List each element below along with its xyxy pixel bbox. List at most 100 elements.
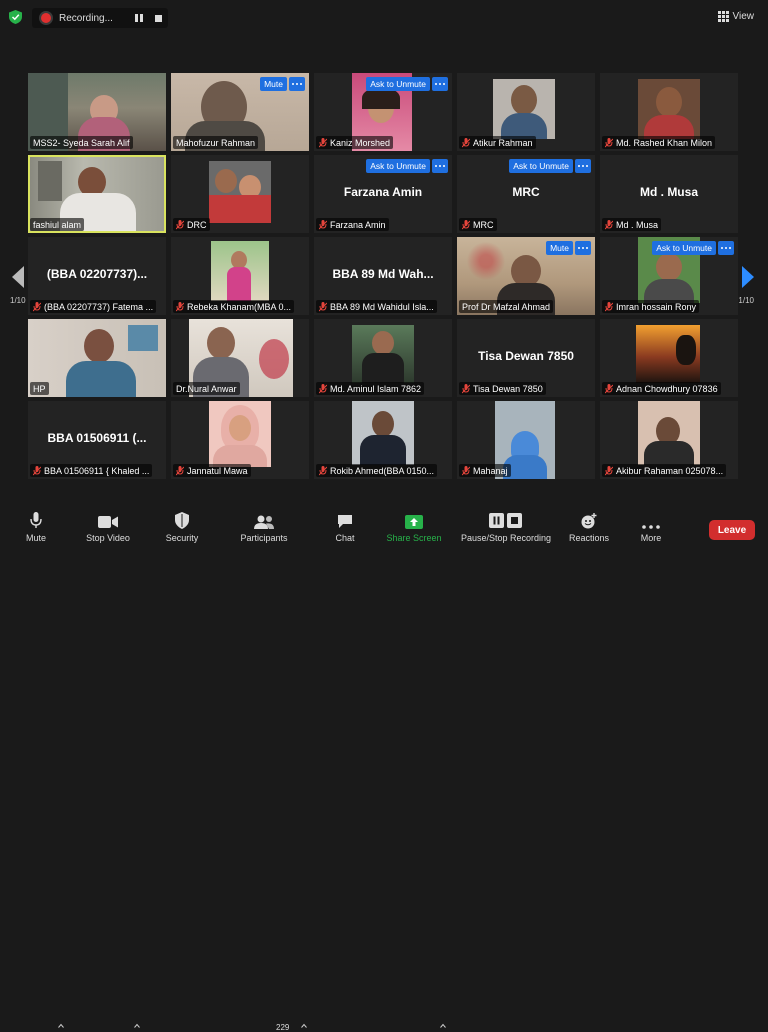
mute-participant-button[interactable]: Mute (260, 77, 287, 91)
participant-tile[interactable]: Md . Musa Md . Musa (600, 155, 738, 233)
stop-video-button[interactable]: Stop Video (84, 507, 132, 547)
ask-to-unmute-button[interactable]: Ask to Unmute (652, 241, 716, 255)
more-button[interactable]: More (636, 507, 666, 547)
participant-video (209, 161, 271, 223)
participant-name: Mahanaj (459, 464, 511, 477)
view-label: View (732, 11, 755, 22)
participant-name: Dr.Nural Anwar (173, 382, 240, 395)
share-screen-button[interactable]: Share Screen (384, 507, 444, 547)
participant-name: Adnan Chowdhury 07836 (602, 382, 721, 395)
participant-tile[interactable]: Akibur Rahaman 025078... (600, 401, 738, 479)
mute-button[interactable]: Mute (18, 507, 54, 547)
more-options-icon[interactable] (289, 77, 305, 91)
participant-tile[interactable]: Rokib Ahmed(BBA 0150... (314, 401, 452, 479)
participant-tile[interactable]: Mahanaj (457, 401, 595, 479)
muted-mic-icon (605, 301, 613, 311)
stop-recording-icon[interactable] (155, 14, 162, 22)
leave-button[interactable]: Leave (709, 520, 755, 540)
recording-indicator: Recording... (32, 8, 168, 28)
participant-tile[interactable]: Atikur Rahman (457, 73, 595, 151)
participant-name: Md. Aminul Islam 7862 (316, 382, 425, 395)
participant-name: Prof Dr Mafzal Ahmad (459, 300, 554, 313)
recording-label: Recording... (59, 12, 113, 24)
participant-tile[interactable]: Dr.Nural Anwar (171, 319, 309, 397)
chevron-up-icon[interactable] (301, 1023, 307, 1029)
participant-tile[interactable]: Md. Rashed Khan Milon (600, 73, 738, 151)
view-button[interactable]: View (717, 11, 755, 22)
video-camera-icon (98, 516, 118, 528)
participant-name: Akibur Rahaman 025078... (602, 464, 727, 477)
participant-name: Rebeka Khanam(MBA 0... (173, 300, 295, 313)
participant-name: MRC (459, 218, 497, 231)
participant-name: (BBA 02207737) Fatema ... (30, 300, 157, 313)
chevron-up-icon[interactable] (58, 1023, 64, 1029)
pause-recording-icon[interactable] (135, 14, 143, 22)
participant-tile[interactable]: BBA 89 Md Wah... BBA 89 Md Wahidul Isla.… (314, 237, 452, 315)
more-options-icon[interactable] (432, 77, 448, 91)
participant-name: Md. Rashed Khan Milon (602, 136, 716, 149)
participant-tile[interactable]: Mute Prof Dr Mafzal Ahmad (457, 237, 595, 315)
participant-display-name: (BBA 02207737)... (46, 267, 148, 281)
more-options-icon[interactable] (575, 159, 591, 173)
page-indicator-right: 1/10 (738, 296, 754, 305)
muted-mic-icon (319, 301, 327, 311)
participant-display-name: Farzana Amin (343, 185, 423, 199)
participant-name: BBA 01506911 { Khaled ... (30, 464, 153, 477)
recording-dot-icon (41, 13, 51, 23)
participant-tile[interactable]: BBA 01506911 (... BBA 01506911 { Khaled … (28, 401, 166, 479)
chevron-up-icon[interactable] (440, 1023, 446, 1029)
muted-mic-icon (462, 219, 470, 229)
more-options-icon[interactable] (432, 159, 448, 173)
chevron-up-icon[interactable] (134, 1023, 140, 1029)
participants-count: 229 (276, 1023, 290, 1032)
participant-tile[interactable]: Mute Mahofuzur Rahman (171, 73, 309, 151)
more-options-icon[interactable] (718, 241, 734, 255)
video-gallery: MSS2- Syeda Sarah Alif Mute Mahofuzur Ra… (28, 73, 738, 479)
participant-tile[interactable]: MSS2- Syeda Sarah Alif (28, 73, 166, 151)
participant-video (493, 79, 555, 139)
reactions-button[interactable]: Reactions (566, 507, 612, 547)
ask-to-unmute-button[interactable]: Ask to Unmute (509, 159, 573, 173)
participant-tile[interactable]: Tisa Dewan 7850 Tisa Dewan 7850 (457, 319, 595, 397)
participant-tile[interactable]: Jannatul Mawa (171, 401, 309, 479)
mute-label: Mute (25, 533, 46, 543)
participant-tile[interactable]: Ask to Unmute Kaniz Morshed (314, 73, 452, 151)
participant-tile[interactable]: DRC (171, 155, 309, 233)
security-button[interactable]: Security (162, 507, 202, 547)
muted-mic-icon (176, 465, 184, 475)
mute-participant-button[interactable]: Mute (546, 241, 573, 255)
participants-icon (254, 515, 274, 529)
participant-tile[interactable]: Md. Aminul Islam 7862 (314, 319, 452, 397)
participants-label: Participants (240, 533, 288, 543)
ask-to-unmute-button[interactable]: Ask to Unmute (366, 77, 430, 91)
participants-button[interactable]: Participants (236, 507, 292, 547)
participant-name: Md . Musa (602, 218, 662, 231)
shield-icon[interactable] (9, 10, 22, 24)
muted-mic-icon (319, 465, 327, 475)
participant-display-name: Md . Musa (639, 185, 698, 199)
tile-buttons: Ask to Unmute (366, 77, 448, 91)
ask-to-unmute-button[interactable]: Ask to Unmute (366, 159, 430, 173)
page-indicator-left: 1/10 (10, 296, 26, 305)
participant-video (209, 401, 271, 467)
participant-tile-active-speaker[interactable]: fashiul alam (28, 155, 166, 233)
participant-tile[interactable]: HP (28, 319, 166, 397)
more-options-icon[interactable] (575, 241, 591, 255)
participant-tile[interactable]: (BBA 02207737)... (BBA 02207737) Fatema … (28, 237, 166, 315)
participant-video (636, 325, 700, 383)
participant-tile[interactable]: Ask to Unmute Imran hossain Rony (600, 237, 738, 315)
participant-name: Kaniz Morshed (316, 136, 394, 149)
participant-video (352, 325, 414, 383)
pause-stop-recording-button[interactable]: Pause/Stop Recording (458, 507, 554, 547)
muted-mic-icon (176, 301, 184, 311)
tile-buttons: Ask to Unmute (366, 159, 448, 173)
participant-tile[interactable]: Ask to Unmute MRC MRC (457, 155, 595, 233)
muted-mic-icon (33, 301, 41, 311)
participant-tile[interactable]: Ask to Unmute Farzana Amin Farzana Amin (314, 155, 452, 233)
participant-name: Farzana Amin (316, 218, 389, 231)
chat-button[interactable]: Chat (330, 507, 360, 547)
participant-tile[interactable]: Rebeka Khanam(MBA 0... (171, 237, 309, 315)
participant-name: Atikur Rahman (459, 136, 536, 149)
muted-mic-icon (605, 219, 613, 229)
participant-tile[interactable]: Adnan Chowdhury 07836 (600, 319, 738, 397)
